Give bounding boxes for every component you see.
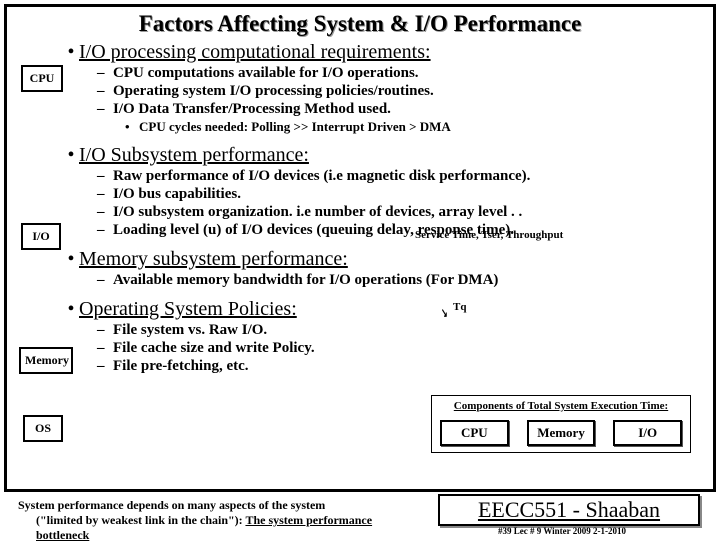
bullet-os: •Operating System Policies: [63,298,699,321]
components-row: CPU Memory I/O [436,420,686,448]
sub-bullet: –File pre-fetching, etc. [97,358,699,375]
sub-bullet: –Raw performance of I/O devices (i.e mag… [97,168,699,185]
sub-sub-bullet: •CPU cycles needed: Polling >> Interrupt… [125,119,699,135]
footer-line1: System performance depends on many aspec… [18,498,418,513]
arrow-icon: ↘ [441,305,448,321]
content-area: •I/O processing computational requiremen… [7,37,713,375]
sub-bullet: –Operating system I/O processing policie… [97,83,699,100]
comp-io: I/O [613,420,682,446]
sub-bullet: –Available memory bandwidth for I/O oper… [97,272,699,289]
bullet-memory: •Memory subsystem performance: [63,248,699,271]
comp-cpu: CPU [440,420,509,446]
slide-frame: Factors Affecting System & I/O Performan… [4,4,716,492]
slide-meta: #39 Lec # 9 Winter 2009 2-1-2010 [498,526,626,536]
comp-memory: Memory [527,420,596,446]
course-badge: EECC551 - Shaaban [438,494,700,526]
bullet-io-subsys: •I/O Subsystem performance: [63,144,699,167]
bullet-io-req: •I/O processing computational requiremen… [63,41,699,64]
sub-bullet: –Loading level (u) of I/O devices (queui… [97,222,699,239]
note-service-time: Service Time, Tser, Throughput [415,229,563,241]
footer-note: System performance depends on many aspec… [18,498,418,543]
sub-bullet: –CPU computations available for I/O oper… [97,65,699,82]
components-title: Components of Total System Execution Tim… [436,400,686,412]
sub-bullet: –I/O subsystem organization. i.e number … [97,204,699,221]
sub-bullet: –File system vs. Raw I/O. [97,322,699,339]
footer-line2: ("limited by weakest link in the chain")… [18,513,418,543]
sub-bullet: –File cache size and write Policy. [97,340,699,357]
side-label-os: OS [23,415,63,442]
note-tq: Tq [453,301,466,313]
sub-bullet: –I/O bus capabilities. [97,186,699,203]
slide-title: Factors Affecting System & I/O Performan… [7,11,713,37]
components-box: Components of Total System Execution Tim… [431,395,691,453]
sub-bullet: –I/O Data Transfer/Processing Method use… [97,101,699,118]
